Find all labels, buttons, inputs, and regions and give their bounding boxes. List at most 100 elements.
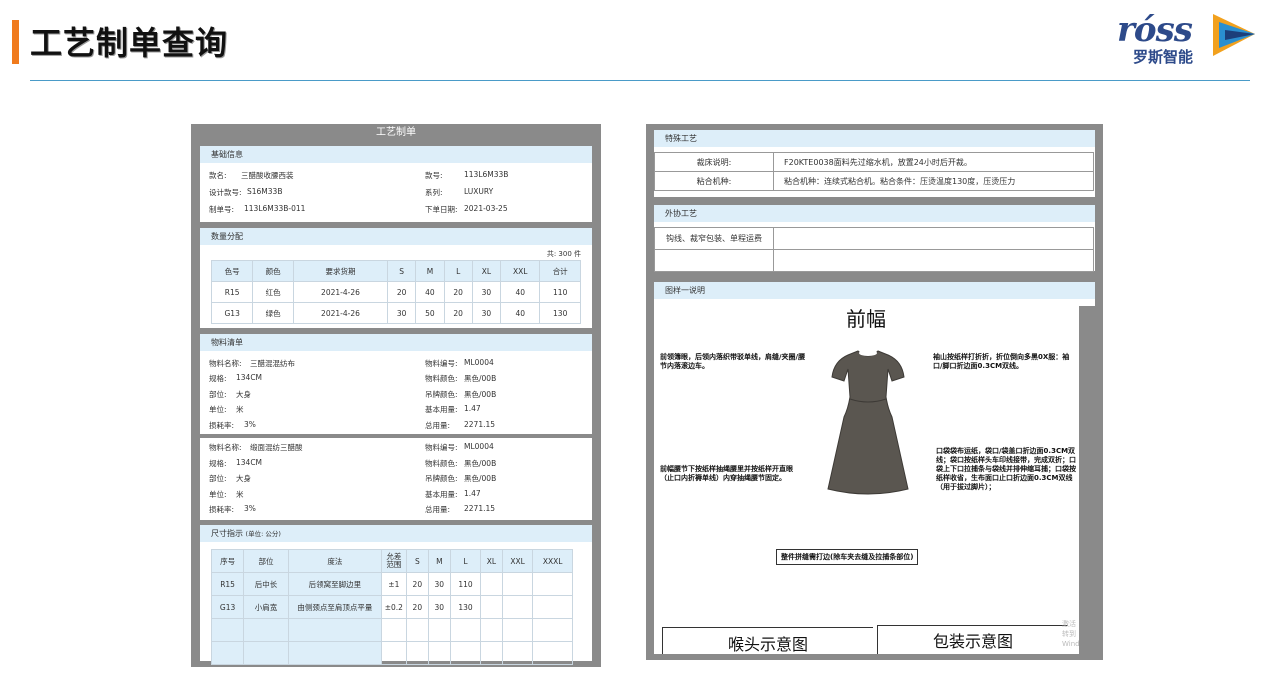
table-cell	[501, 641, 534, 665]
material-label: 物料名称:	[209, 443, 242, 452]
column-header: 要求货期	[292, 260, 389, 282]
table-cell: 40	[415, 281, 445, 303]
table-cell	[532, 595, 573, 619]
drawing-card: 图样一说明	[654, 282, 1095, 306]
table-cell	[532, 641, 573, 665]
table-row	[654, 249, 1094, 272]
table-cell	[427, 641, 451, 665]
column-header: XXL	[500, 260, 541, 282]
column-header: XL	[480, 549, 503, 573]
table-cell: 130	[449, 595, 482, 619]
panel-title: 工艺制单	[376, 127, 416, 138]
material-value: 大身	[236, 474, 251, 483]
table-cell	[243, 618, 289, 642]
table-cell: 30	[471, 302, 502, 324]
material-value: 134CM	[236, 458, 263, 467]
table-cell: 50	[415, 302, 445, 324]
note-right-top: 袖山按纸样打折折，折位倒向多黑0X服：袖口/脚口折边面0.3CM双线。	[933, 353, 1070, 370]
table-cell: 后中长	[243, 572, 289, 596]
table-cell	[210, 641, 245, 665]
size-spec-title: 尺寸指示	[211, 529, 243, 538]
material-value: 米	[236, 405, 244, 414]
column-header: L	[443, 260, 473, 282]
material-label: 规格:	[209, 374, 227, 383]
table-cell: 30	[427, 572, 451, 596]
table-cell	[287, 618, 382, 642]
table-header-row: 序号 部位 度法 允差范围 S M L XL XXL XXXL	[210, 549, 573, 573]
table-cell: 小肩宽	[243, 595, 289, 619]
size-spec-unit: (单位: 公分)	[245, 530, 281, 538]
table-cell: 粘合机种:	[654, 171, 774, 191]
table-cell: G13	[210, 595, 245, 619]
size-table: 序号 部位 度法 允差范围 S M L XL XXL XXXL R15 后中长 …	[210, 549, 573, 665]
material-value: 134CM	[236, 373, 263, 382]
material-value: 1.47	[464, 489, 481, 498]
material-card: 物料清单 物料名称: 三醋混混纺布 物料编号: ML0004 规格: 134CM…	[200, 334, 592, 434]
table-cell	[405, 641, 429, 665]
drawing-heading: 图样一说明	[654, 282, 1095, 299]
table-cell	[773, 249, 1094, 272]
material-value: 黑色/00B	[464, 474, 497, 483]
table-cell	[405, 618, 429, 642]
table-cell: 后领窝至脚边里	[287, 572, 382, 596]
table-cell: 30	[471, 281, 502, 303]
table-cell	[773, 227, 1094, 250]
page-title: 工艺制单查询	[30, 24, 229, 62]
outsource-process-table: 钩线、裁窄包装、单程运费	[654, 227, 1094, 272]
material-card: 物料名称: 缎面混纺三醋酸 物料编号: ML0004 规格: 134CM 物料颜…	[200, 438, 592, 520]
table-cell	[480, 595, 503, 619]
table-cell: 绿色	[252, 302, 294, 324]
table-cell	[501, 595, 534, 619]
table-cell	[287, 641, 382, 665]
table-cell	[380, 618, 407, 642]
logo-triangle-icon	[1213, 14, 1255, 56]
material-label: 物料颜色:	[425, 374, 458, 383]
table-cell	[380, 641, 407, 665]
table-cell: R15	[210, 281, 254, 303]
material-label: 部位:	[209, 474, 227, 483]
table-row: G13 绿色 2021-4-26 30 50 20 30 40 130	[210, 302, 581, 324]
material-value: 2271.15	[464, 504, 496, 513]
basic-info-heading: 基础信息	[200, 146, 592, 163]
table-cell: 20	[443, 281, 473, 303]
table-cell: F20KTE0038面料先过缩水机，放置24小时后开裁。	[773, 152, 1094, 172]
basic-value: 三醋酸收腰西装	[241, 171, 294, 180]
material-label: 单位:	[209, 490, 227, 499]
outsource-process-card: 外协工艺 钩线、裁窄包装、单程运费	[654, 205, 1095, 272]
table-cell: 30	[427, 595, 451, 619]
table-cell	[210, 618, 245, 642]
dress-illustration	[827, 350, 909, 495]
table-cell: G13	[210, 302, 254, 324]
column-header: 度法	[287, 549, 382, 573]
size-spec-heading: 尺寸指示 (单位: 公分)	[200, 525, 592, 542]
table-cell: 20	[443, 302, 473, 324]
table-cell: 30	[387, 302, 417, 324]
material-value: 黑色/00B	[464, 390, 497, 399]
table-cell	[501, 572, 534, 596]
table-cell: R15	[210, 572, 245, 596]
garment-drawing: 前幅 前领簿眼，后领内落织带驳单线，肩缝/夹圈/腰节内落滚边车。 袖山按纸样打折…	[654, 305, 1079, 654]
table-cell: 40	[500, 302, 541, 324]
table-row: R15 红色 2021-4-26 20 40 20 30 40 110	[210, 281, 581, 303]
basic-label: 款名:	[209, 171, 227, 180]
table-cell: 20	[405, 572, 429, 596]
material-value: 黑色/00B	[464, 459, 497, 468]
table-cell	[532, 618, 573, 642]
material-value: 1.47	[464, 404, 481, 413]
logo-chinese-name: 罗斯智能	[1133, 48, 1194, 66]
table-cell: 40	[500, 281, 541, 303]
material-label: 吊牌颜色:	[425, 390, 458, 399]
column-header: S	[387, 260, 417, 282]
table-cell	[532, 572, 573, 596]
os-watermark: 激活 转到 Wind	[1062, 620, 1079, 648]
column-header: 序号	[210, 549, 245, 573]
header-divider	[30, 80, 1250, 81]
material-label: 部位:	[209, 390, 227, 399]
note-left-top: 前领簿眼，后领内落织带驳单线，肩缝/夹圈/腰节内落滚边车。	[660, 353, 806, 370]
note-left-bottom: 前幅腰节下按纸样抽绳腰里并按纸样开直眼（止口内折褥单线）内穿抽绳腰节固定。	[660, 465, 793, 482]
material-value: ML0004	[464, 358, 494, 367]
special-process-card: 特殊工艺 裁床说明: F20KTE0038面料先过缩水机，放置24小时后开裁。 …	[654, 130, 1095, 197]
table-cell	[427, 618, 451, 642]
process-sheet-panel: 工艺制单 基础信息 款名: 三醋酸收腰西装 款号: 113L6M33B 设计款号…	[191, 124, 601, 667]
material-label: 损耗率:	[209, 505, 235, 514]
